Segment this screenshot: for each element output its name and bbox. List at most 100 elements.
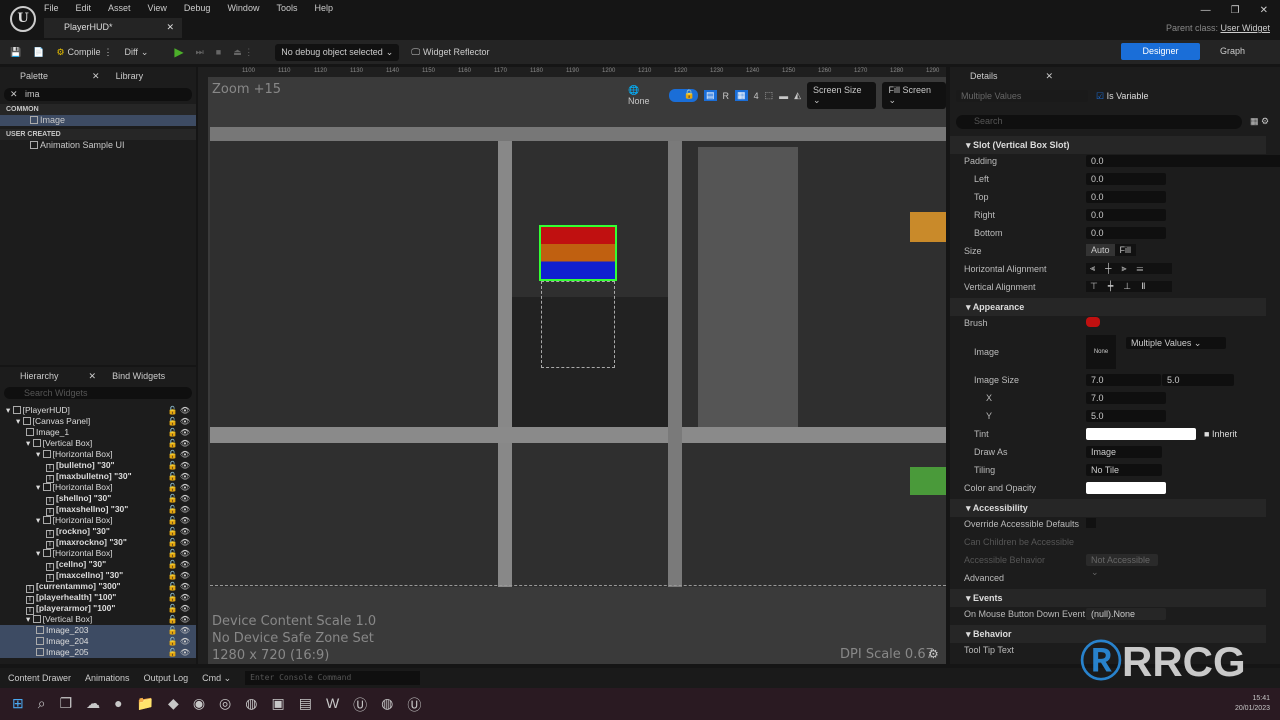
color-opacity-swatch[interactable] bbox=[1086, 482, 1166, 494]
edge-icon[interactable]: ◉ bbox=[193, 695, 205, 715]
tree-item[interactable]: T [shellno] "30" 🔓 👁 bbox=[0, 493, 196, 505]
lock-eye-icon[interactable]: 🔓 👁 bbox=[168, 647, 190, 658]
details-search-input[interactable]: Search bbox=[956, 115, 1242, 129]
parent-class-link[interactable]: User Widget bbox=[1220, 23, 1270, 33]
table-view-icon[interactable]: ▦ ⚙ bbox=[1250, 116, 1269, 127]
override-checkbox[interactable] bbox=[1086, 518, 1096, 528]
content-drawer-button[interactable]: Content Drawer bbox=[8, 673, 71, 683]
lock-eye-icon[interactable]: 🔓 👁 bbox=[168, 625, 190, 636]
tree-item[interactable]: T [cellno] "30" 🔓 👁 bbox=[0, 559, 196, 571]
lock-eye-icon[interactable]: 🔓 👁 bbox=[168, 581, 190, 592]
lock-eye-icon[interactable]: 🔓 👁 bbox=[168, 504, 190, 515]
prop-left-field[interactable]: 0.0 bbox=[1086, 173, 1166, 185]
play-icon[interactable]: ▶ bbox=[174, 45, 183, 59]
globe-icon[interactable]: 🌐 None bbox=[628, 85, 663, 106]
image-asset-dropdown[interactable]: Multiple Values ⌄ bbox=[1126, 337, 1226, 349]
tree-item[interactable]: Image_205 🔓 👁 bbox=[0, 647, 196, 658]
lock-eye-icon[interactable]: 🔓 👁 bbox=[168, 614, 190, 625]
lock-eye-icon[interactable]: 🔓 👁 bbox=[168, 482, 190, 493]
prop-image_size-field[interactable]: 7.0 bbox=[1086, 374, 1161, 386]
image-thumbnail[interactable]: None bbox=[1086, 335, 1116, 369]
section-slot[interactable]: ▾ Slot (Vertical Box Slot) bbox=[950, 136, 1266, 154]
close-icon[interactable]: ✕ bbox=[1260, 5, 1268, 16]
lock-eye-icon[interactable]: 🔓 👁 bbox=[168, 603, 190, 614]
tree-item[interactable]: ▾ [Horizontal Box] 🔓 👁 bbox=[0, 548, 196, 559]
tree-item[interactable]: ▾ [Vertical Box] 🔓 👁 bbox=[0, 614, 196, 625]
palette-search-input[interactable]: ✕ ima bbox=[4, 88, 192, 101]
vertical-alignment-buttons[interactable]: ⊤┿⊥Ⅱ bbox=[1086, 281, 1172, 292]
expand-arrow-icon[interactable]: ▾ bbox=[36, 515, 43, 525]
palette-item-animation-sample[interactable]: Animation Sample UI bbox=[0, 140, 196, 151]
lock-eye-icon[interactable]: 🔓 👁 bbox=[168, 537, 190, 548]
designer-canvas[interactable]: 1100 1110 1120 1130 1140 1150 1160 1170 1180 1190… bbox=[198, 67, 946, 664]
settings-icon[interactable]: ⚙ bbox=[928, 647, 939, 661]
prop-top-field[interactable]: 0.0 bbox=[1086, 191, 1166, 203]
lock-eye-icon[interactable]: 🔓 👁 bbox=[168, 416, 190, 427]
prop-bottom-field[interactable]: 0.0 bbox=[1086, 227, 1166, 239]
tree-item[interactable]: Image_1 🔓 👁 bbox=[0, 427, 196, 438]
lock-eye-icon[interactable]: 🔓 👁 bbox=[168, 405, 190, 416]
word-icon[interactable]: W bbox=[326, 695, 339, 715]
restore-icon[interactable]: ❐ bbox=[1231, 5, 1240, 16]
expand-arrow-icon[interactable]: ▾ bbox=[6, 405, 13, 415]
image-size-y-field[interactable]: 5.0 bbox=[1162, 374, 1234, 386]
weather-icon[interactable]: ☁ bbox=[86, 695, 100, 715]
tree-item[interactable]: ▾ [Horizontal Box] 🔓 👁 bbox=[0, 482, 196, 493]
tree-item[interactable]: T [maxshellno] "30" 🔓 👁 bbox=[0, 504, 196, 516]
prop-padding-field[interactable]: 0.0 bbox=[1086, 155, 1280, 167]
epic-icon[interactable]: ▣ bbox=[271, 695, 284, 715]
store-icon[interactable]: ▤ bbox=[299, 695, 312, 715]
expand-arrow-icon[interactable]: ▾ bbox=[16, 416, 23, 426]
tab-details[interactable]: Details ✕ bbox=[950, 67, 1280, 85]
lock-eye-icon[interactable]: 🔓 👁 bbox=[168, 515, 190, 526]
animations-button[interactable]: Animations bbox=[85, 673, 130, 683]
tab-hierarchy[interactable]: Hierarchy ✕ Bind Widgets bbox=[0, 367, 196, 385]
widget-name-input[interactable]: Multiple Values bbox=[956, 90, 1088, 102]
inherit-checkbox[interactable]: ■ Inherit bbox=[1204, 429, 1237, 439]
category-user-created[interactable]: USER CREATED bbox=[0, 129, 196, 140]
menu-debug[interactable]: Debug bbox=[184, 3, 211, 13]
tree-item[interactable]: T [currentammo] "300" 🔓 👁 bbox=[0, 581, 196, 593]
grid-size[interactable]: 4 bbox=[754, 91, 759, 101]
section-appearance[interactable]: ▾ Appearance bbox=[950, 298, 1266, 316]
lock-eye-icon[interactable]: 🔓 👁 bbox=[168, 449, 190, 460]
menu-view[interactable]: View bbox=[148, 3, 167, 13]
tree-item[interactable]: ▾ [Canvas Panel] 🔓 👁 bbox=[0, 416, 196, 427]
lock-eye-icon[interactable]: 🔓 👁 bbox=[168, 559, 190, 570]
tree-item[interactable]: ▾ [Vertical Box] 🔓 👁 bbox=[0, 438, 196, 449]
expand-arrow-icon[interactable]: ▾ bbox=[36, 449, 43, 459]
minimize-icon[interactable]: — bbox=[1201, 5, 1211, 16]
lock-toggle[interactable]: 🔒 bbox=[668, 89, 699, 102]
stop-icon[interactable]: ■ bbox=[216, 47, 221, 57]
lock-eye-icon[interactable]: 🔓 👁 bbox=[168, 526, 190, 537]
chat-icon[interactable]: ● bbox=[114, 695, 122, 715]
save-icon[interactable]: 💾 bbox=[10, 47, 21, 58]
prop-tiling-field[interactable]: No Tile bbox=[1086, 464, 1162, 476]
grid-icon[interactable]: ▦ bbox=[735, 90, 748, 101]
step-icon[interactable]: ⏭ bbox=[196, 47, 204, 58]
tree-item[interactable]: ▾ [Horizontal Box] 🔓 👁 bbox=[0, 515, 196, 526]
expand-arrow-icon[interactable]: ▾ bbox=[26, 614, 33, 624]
unreal-logo[interactable]: U bbox=[10, 6, 36, 32]
lock-eye-icon[interactable]: 🔓 👁 bbox=[168, 548, 190, 559]
r-button[interactable]: R bbox=[723, 91, 730, 101]
expand-arrow-icon[interactable]: ▾ bbox=[26, 438, 33, 448]
tree-item[interactable]: T [bulletno] "30" 🔓 👁 bbox=[0, 460, 196, 472]
lock-eye-icon[interactable]: 🔓 👁 bbox=[168, 592, 190, 603]
start-icon[interactable]: ⊞ bbox=[12, 695, 24, 715]
tree-item[interactable]: T [playerarmor] "100" 🔓 👁 bbox=[0, 603, 196, 615]
tint-color-swatch[interactable] bbox=[1086, 428, 1196, 440]
prop-right-field[interactable]: 0.0 bbox=[1086, 209, 1166, 221]
prop-y-field[interactable]: 5.0 bbox=[1086, 410, 1166, 422]
browse-icon[interactable]: 📄 bbox=[33, 47, 44, 58]
designer-button[interactable]: Designer bbox=[1121, 43, 1200, 60]
image-preview-icon[interactable]: ▬ bbox=[779, 91, 788, 101]
explorer-icon[interactable]: 📁 bbox=[137, 695, 154, 715]
unreal-icon[interactable]: Ⓤ bbox=[353, 695, 367, 715]
outline-icon[interactable]: ⬚ bbox=[765, 90, 774, 101]
debug-object-select[interactable]: No debug object selected ⌄ bbox=[275, 43, 400, 61]
graph-button[interactable]: Graph bbox=[1220, 43, 1245, 60]
diff-button[interactable]: Diff ⌄ bbox=[125, 47, 149, 58]
prop-mouse-field[interactable]: (null).None bbox=[1086, 608, 1166, 620]
unreal-icon-2[interactable]: Ⓤ bbox=[407, 695, 421, 715]
